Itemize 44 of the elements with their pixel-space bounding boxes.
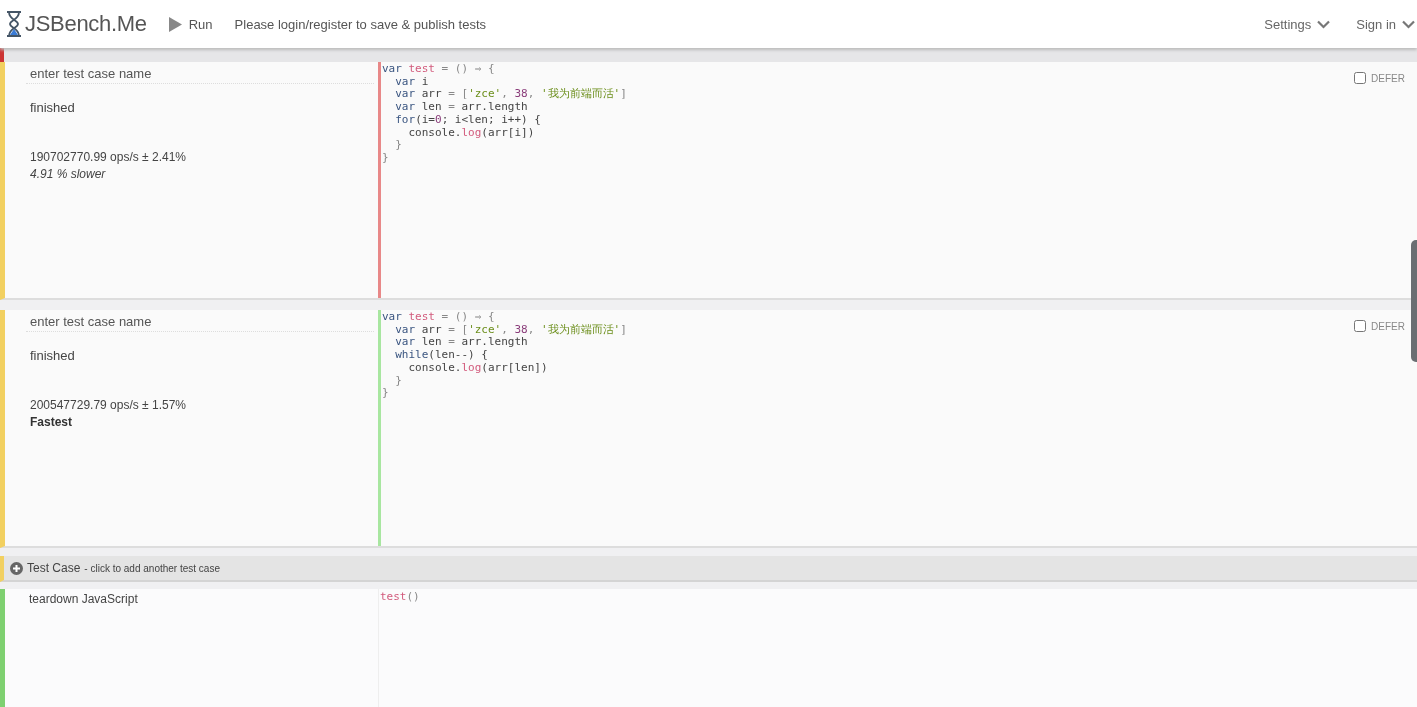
defer-label: DEFER	[1371, 321, 1405, 334]
code-line: var test = () ⇒ {	[382, 311, 495, 324]
code-line: var arr = ['zce', 38, '我为前端而活']	[394, 323, 627, 337]
chevron-down-icon	[1402, 19, 1415, 29]
teardown-code-editor[interactable]: test()	[378, 589, 1417, 707]
dropdown-menu[interactable]: Settings	[1262, 14, 1333, 34]
name-field[interactable]: enter test case name	[26, 64, 374, 84]
run-button[interactable]: Run	[166, 14, 215, 34]
code-line: var len = arr.length	[394, 336, 528, 350]
code-line: test()	[380, 591, 420, 604]
ops-text: 200547729.79 ops/s ± 1.57%	[30, 398, 188, 412]
add-test-case-bar[interactable]: Test Case - click to add another test case	[0, 556, 1417, 582]
teardown-label: teardown JavaScript	[29, 592, 139, 606]
result-text: 4.91 % slower	[30, 167, 107, 181]
logo-text[interactable]: JSBench.Me	[25, 11, 147, 37]
login-notice: Please login/register to save & publish tests	[234, 16, 487, 32]
play-icon	[168, 16, 182, 32]
status-text: finished	[30, 348, 76, 363]
code-line: }	[394, 139, 402, 152]
hourglass-icon	[6, 11, 22, 37]
result-text: Fastest	[30, 415, 74, 429]
defer-checkbox[interactable]	[1354, 71, 1367, 84]
chevron-down-icon	[1317, 19, 1331, 29]
code-line: console.log(arr[i])	[407, 126, 535, 140]
plus-circle-icon	[10, 561, 23, 575]
code-line: var i	[394, 75, 429, 89]
code-line: while(len--) {	[394, 349, 488, 362]
ops-text: 190702770.99 ops/s ± 2.41%	[30, 150, 188, 164]
scrollbar-thumb[interactable]	[1411, 240, 1417, 362]
code-line: }	[382, 387, 389, 400]
code-line: var len = arr.length	[394, 101, 528, 114]
code-line: console.log(arr[len])	[407, 361, 548, 375]
code-line: for(i=0; i<len; i++) {	[394, 113, 541, 127]
add-case-hint: - click to add another test case	[84, 562, 220, 574]
code-line: var test = () ⇒ {	[382, 63, 495, 76]
code-line: var arr = ['zce', 38, '我为前端而活']	[394, 88, 627, 102]
defer-checkbox[interactable]	[1354, 319, 1367, 332]
code-line: }	[394, 374, 402, 388]
add-case-title: Test Case	[27, 561, 81, 575]
code-line: }	[382, 151, 389, 165]
defer-label: DEFER	[1371, 73, 1405, 86]
dropdown-menu[interactable]: Sign in	[1354, 14, 1417, 34]
status-text: finished	[30, 100, 76, 115]
name-field[interactable]: enter test case name	[26, 312, 374, 332]
